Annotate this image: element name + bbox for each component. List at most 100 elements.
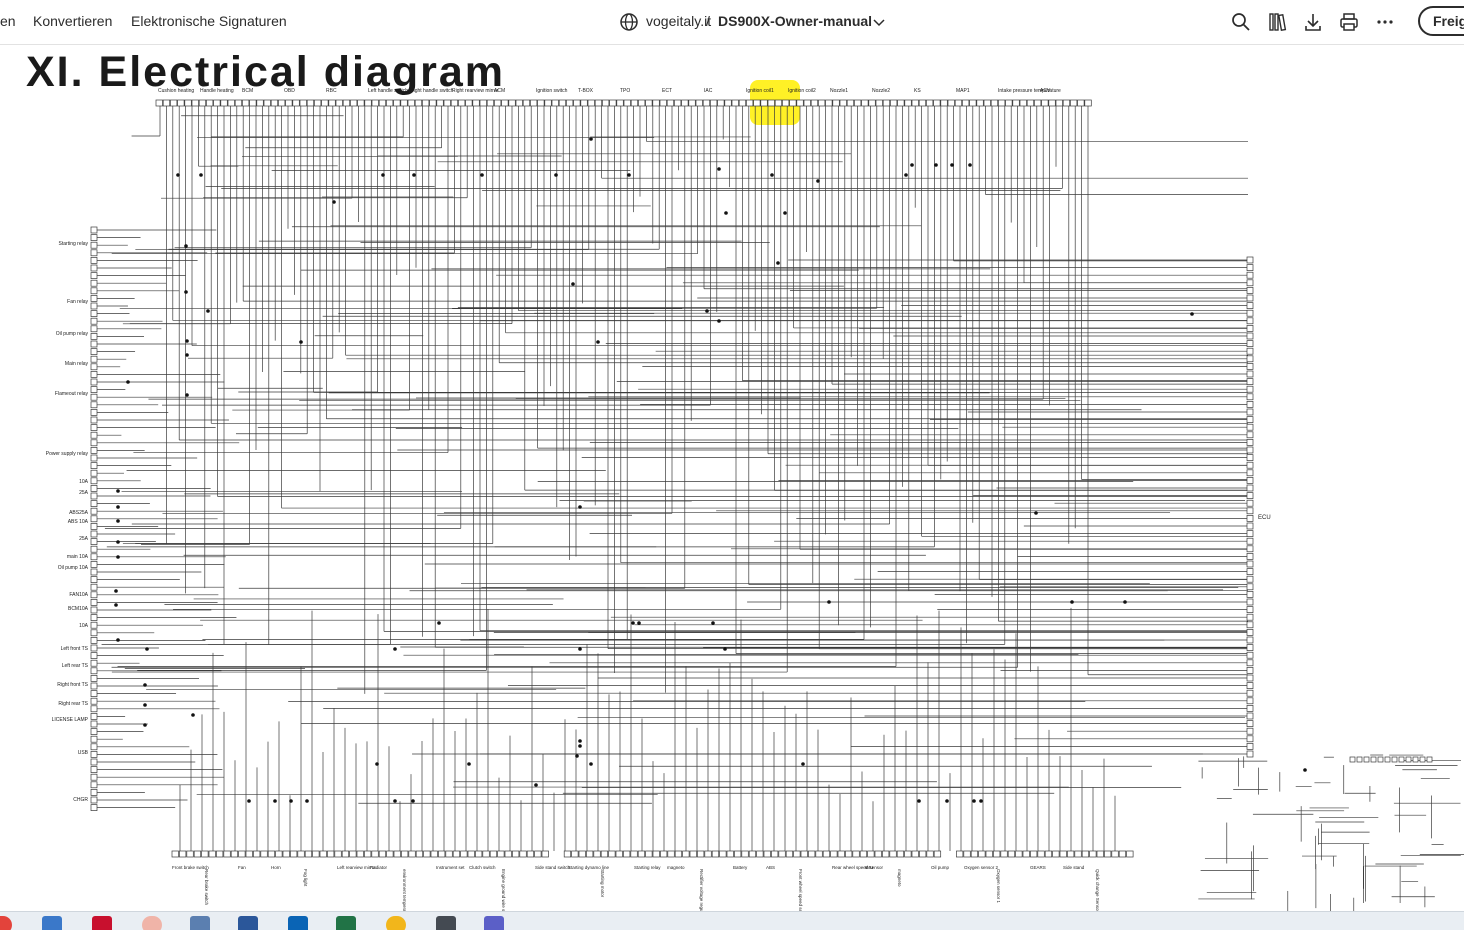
connector-pin (408, 850, 416, 858)
connector-pin (90, 241, 98, 249)
connector-pin (602, 99, 610, 107)
teams-icon[interactable] (484, 916, 504, 930)
app-icon[interactable] (190, 916, 210, 930)
junction-dot (578, 739, 582, 743)
connector-pin (956, 850, 964, 858)
chrome-icon[interactable] (0, 916, 12, 930)
document-page[interactable]: Cushion heating Handle heating BCM OBD RBC Le… (0, 45, 1464, 911)
page-thumbnails-icon[interactable] (1266, 11, 1288, 33)
connector-pin (874, 850, 882, 858)
connector-pin (998, 99, 1006, 107)
search-icon[interactable] (1230, 11, 1252, 33)
connector-pin (1246, 271, 1254, 279)
connector-pin (522, 99, 531, 107)
connector-pin (734, 850, 742, 858)
connector-pin (719, 850, 727, 858)
connector-pin (1022, 850, 1030, 858)
menu-item-partial[interactable]: en (0, 13, 16, 29)
connector-pin (177, 99, 185, 107)
junction-dot (480, 173, 484, 177)
connector-pin (976, 99, 984, 107)
junction-dot (206, 309, 210, 313)
connector-pin (386, 850, 394, 858)
connector-pin (541, 850, 549, 858)
junction-dot (145, 647, 149, 651)
calculator-icon[interactable] (436, 916, 456, 930)
connector-pin (508, 99, 516, 107)
junction-dot (1123, 600, 1127, 604)
connector-pin (407, 99, 415, 107)
acrobat-icon[interactable] (92, 916, 112, 930)
e-signatures-menu-item[interactable]: Elektronische Signaturen (131, 13, 287, 29)
print-icon[interactable] (1338, 11, 1360, 33)
junction-dot (143, 683, 147, 687)
junction-dot (185, 353, 189, 357)
connector-pin (378, 850, 387, 858)
convert-menu-item[interactable]: Konvertieren (33, 13, 112, 29)
connector-pin (1246, 689, 1254, 697)
junction-dot (945, 799, 949, 803)
share-button[interactable]: Freigeben (1418, 6, 1464, 36)
connector-pin (615, 850, 623, 858)
connector-pin (1246, 530, 1254, 537)
connector-pin (90, 561, 98, 568)
junction-dot (184, 290, 188, 294)
connector-pin (940, 99, 948, 107)
component-label: Rear brake switch (204, 869, 209, 906)
connector-pin (760, 99, 768, 107)
connector-pin (1246, 294, 1254, 302)
connector-pin (911, 850, 919, 858)
connector-pin (896, 850, 905, 858)
connector-pin (630, 850, 638, 858)
connector-pin (328, 99, 336, 107)
connector-pin (1246, 697, 1254, 705)
connector-pin (90, 789, 98, 796)
connector-pin (537, 99, 545, 107)
connector-pin (90, 507, 98, 515)
connector-pin (1030, 850, 1038, 858)
app-icon[interactable] (142, 916, 162, 930)
word-icon[interactable] (238, 916, 258, 930)
connector-pin (1246, 674, 1254, 682)
connector-pin (1246, 477, 1254, 484)
connector-pin (1246, 309, 1254, 317)
connector-pin (1246, 317, 1254, 325)
download-icon[interactable] (1302, 11, 1324, 33)
junction-dot (467, 762, 471, 766)
connector-pin (90, 348, 98, 355)
excel-icon[interactable] (336, 916, 356, 930)
connector-pin (1370, 756, 1377, 763)
connector-pin (702, 99, 711, 107)
connector-pin (818, 99, 826, 107)
connector-pin (423, 850, 431, 858)
connector-pin (1070, 99, 1078, 107)
connector-pin (1089, 850, 1097, 858)
component-label: Front brake switch (172, 865, 209, 870)
connector-pin (1077, 99, 1085, 107)
component-label: Battery (733, 865, 748, 870)
connector-pin (90, 257, 98, 264)
connector-pin (245, 850, 253, 858)
connector-pin (926, 99, 934, 107)
document-title[interactable]: DS900X-Owner-manual (718, 13, 872, 29)
connector-pin (393, 850, 401, 858)
connector-pin (465, 99, 473, 107)
component-label: Ignition coil2 (788, 88, 816, 94)
component-label: ACV (1040, 88, 1051, 94)
component-label: Starting relay (59, 241, 89, 247)
connector-pin (1007, 850, 1016, 858)
app-icon[interactable] (42, 916, 62, 930)
connector-pin (867, 850, 875, 858)
junction-dot (770, 173, 774, 177)
chrome-icon[interactable] (386, 916, 406, 930)
connector-pin (889, 850, 897, 858)
junction-dot (578, 647, 582, 651)
outlook-icon[interactable] (288, 916, 308, 930)
more-options-icon[interactable] (1374, 11, 1396, 33)
junction-dot (411, 799, 415, 803)
connector-pin (1246, 461, 1254, 469)
chevron-down-icon[interactable] (868, 11, 890, 33)
component-label: Intake pressure temperature (998, 88, 1061, 94)
connector-pin (774, 99, 783, 107)
connector-pin (90, 773, 98, 781)
